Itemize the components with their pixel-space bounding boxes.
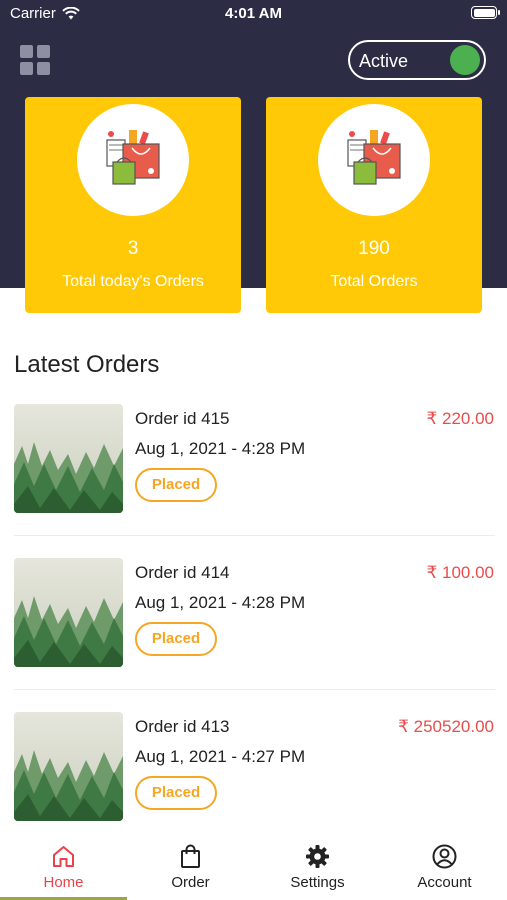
order-amount: ₹ 220.00 — [426, 409, 494, 428]
stat-value: 3 — [127, 238, 139, 259]
battery-icon — [471, 6, 500, 19]
status-bar: Carrier 4:01 AM — [0, 0, 507, 28]
gear-icon — [306, 845, 329, 868]
order-amount: ₹ 100.00 — [426, 563, 494, 582]
home-icon — [53, 846, 74, 867]
tab-order[interactable]: Order — [127, 830, 254, 900]
menu-grid-icon[interactable] — [20, 45, 50, 75]
tab-label: Settings — [290, 874, 345, 891]
order-date: Aug 1, 2021 - 4:27 PM — [135, 747, 306, 766]
order-date: Aug 1, 2021 - 4:28 PM — [135, 439, 306, 458]
toggle-label: Active — [359, 51, 409, 71]
tab-settings[interactable]: Settings — [254, 830, 381, 900]
order-id: Order id 414 — [135, 563, 230, 582]
order-row[interactable]: Order id 415 Aug 1, 2021 - 4:28 PM ₹ 220… — [14, 404, 495, 516]
card-icon-circle — [318, 104, 430, 216]
order-status-badge[interactable]: Placed — [135, 622, 217, 656]
status-time: 4:01 AM — [225, 5, 282, 22]
tab-label: Order — [171, 874, 210, 891]
stat-card-total-orders[interactable]: 190 Total Orders — [266, 97, 482, 313]
shopping-bags-icon — [106, 130, 160, 185]
divider — [14, 535, 495, 536]
card-icon-circle — [77, 104, 189, 216]
stat-label: Total Orders — [330, 273, 418, 290]
order-id: Order id 415 — [135, 409, 230, 428]
stat-value: 190 — [358, 238, 390, 259]
order-row[interactable]: Order id 414 Aug 1, 2021 - 4:28 PM ₹ 100… — [14, 558, 495, 670]
order-date: Aug 1, 2021 - 4:28 PM — [135, 593, 306, 612]
active-toggle[interactable]: Active — [348, 40, 486, 80]
toggle-knob — [450, 45, 480, 75]
tab-home[interactable]: Home — [0, 830, 127, 900]
divider — [14, 689, 495, 690]
account-icon — [432, 844, 457, 869]
order-id: Order id 413 — [135, 717, 230, 736]
order-thumbnail — [14, 558, 123, 667]
shopping-bag-icon — [181, 844, 200, 868]
tab-account[interactable]: Account — [381, 830, 507, 900]
order-amount: ₹ 250520.00 — [398, 717, 494, 736]
stat-card-today-orders[interactable]: 3 Total today's Orders — [25, 97, 241, 313]
stat-label: Total today's Orders — [62, 273, 204, 290]
tab-label: Home — [43, 874, 84, 891]
shopping-bags-icon — [347, 130, 401, 185]
order-row[interactable]: Order id 413 Aug 1, 2021 - 4:27 PM ₹ 250… — [14, 712, 495, 824]
order-status-badge[interactable]: Placed — [135, 776, 217, 810]
order-thumbnail — [14, 712, 123, 821]
section-title: Latest Orders — [14, 351, 160, 378]
order-thumbnail — [14, 404, 123, 513]
tab-label: Account — [417, 874, 472, 891]
order-status-badge[interactable]: Placed — [135, 468, 217, 502]
bottom-tab-bar: Home Order Settings Account — [0, 830, 507, 900]
